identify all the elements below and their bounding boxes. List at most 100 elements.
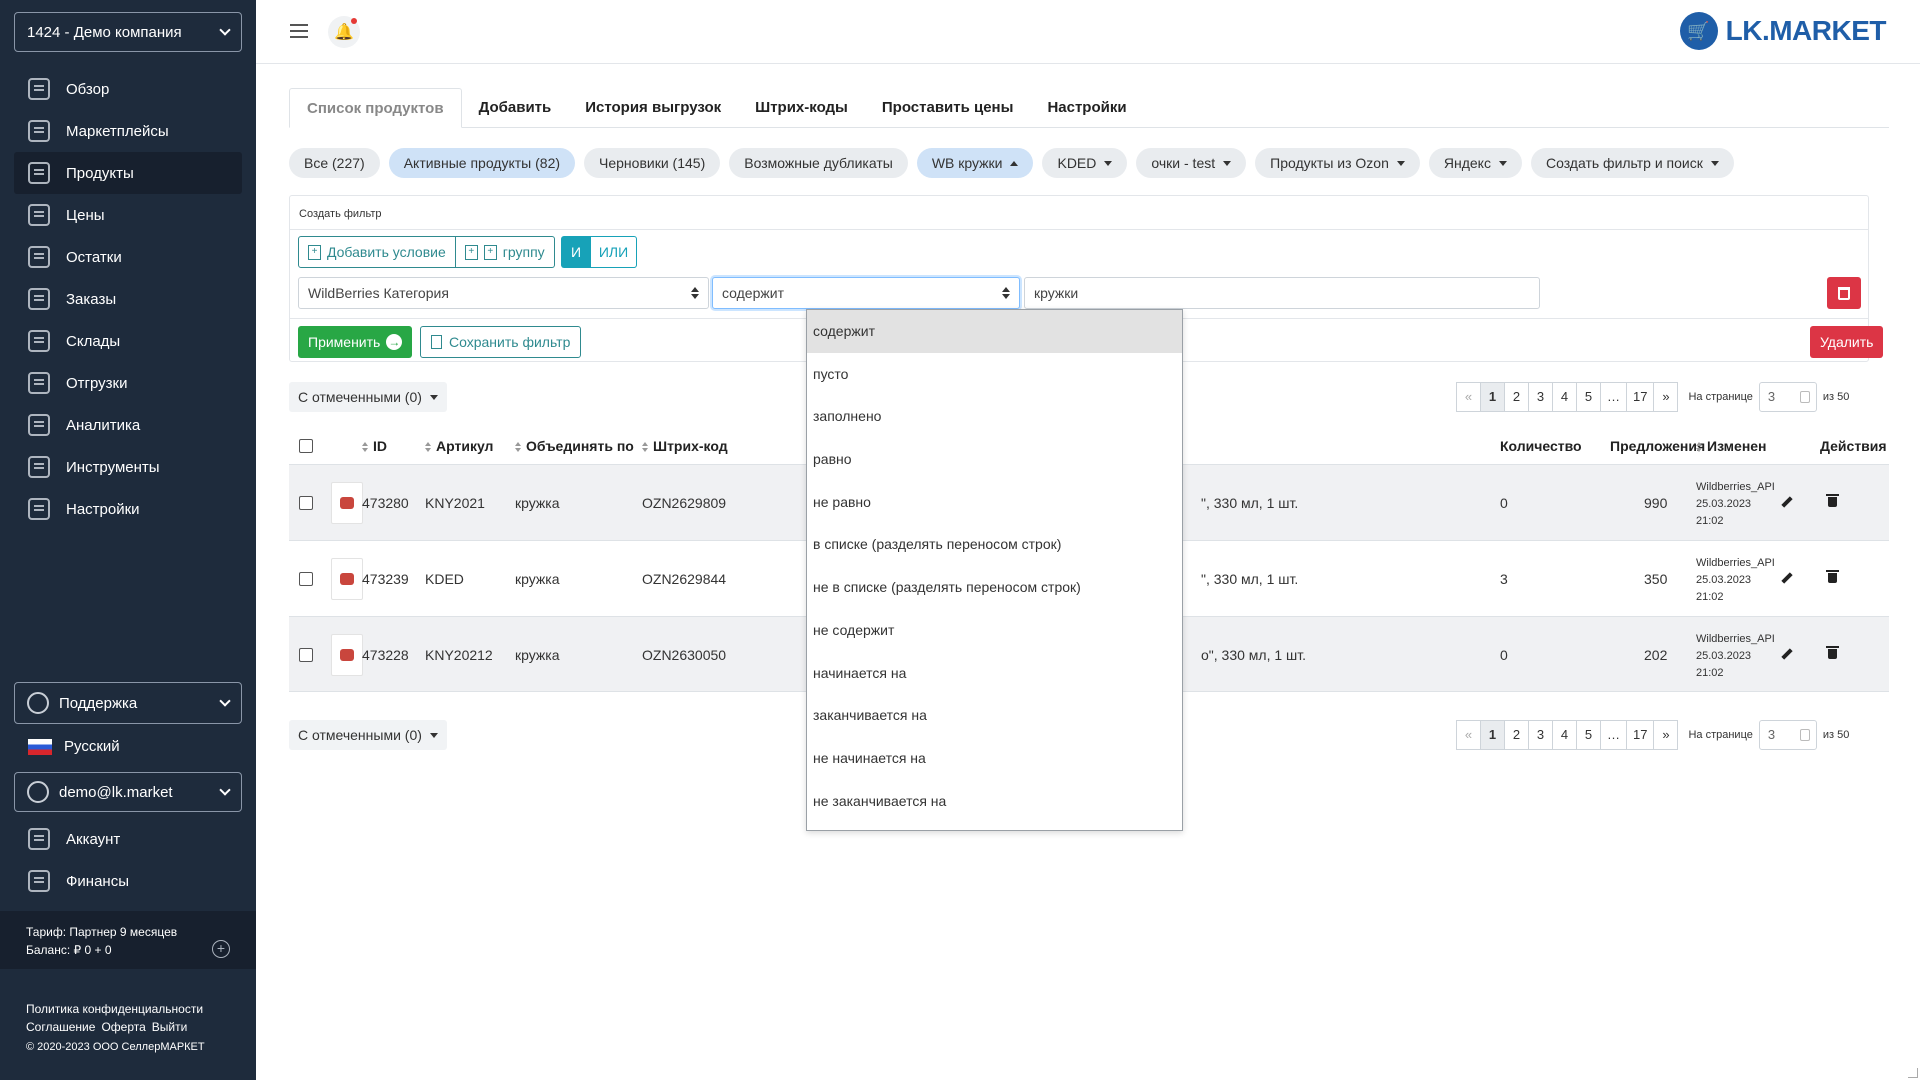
- page-prev[interactable]: «: [1456, 720, 1481, 750]
- privacy-link[interactable]: Политика конфиденциальности: [26, 1002, 203, 1016]
- bulk-actions-dropdown-bottom[interactable]: С отмеченными (0): [289, 720, 447, 750]
- tab-set-prices[interactable]: Проставить цены: [865, 88, 1031, 128]
- per-page-input[interactable]: 3: [1758, 382, 1817, 412]
- filter-pill-duplicates[interactable]: Возможные дубликаты: [729, 148, 908, 178]
- nav-item-marketplaces[interactable]: Маркетплейсы: [14, 110, 242, 152]
- page-next[interactable]: »: [1653, 720, 1679, 750]
- per-page-input[interactable]: 3: [1758, 720, 1817, 750]
- save-filter-button[interactable]: Сохранить фильтр: [420, 326, 582, 358]
- and-button[interactable]: И: [561, 236, 591, 268]
- page-17[interactable]: 17: [1626, 720, 1655, 750]
- nav-item-stock[interactable]: Остатки: [14, 236, 242, 278]
- edit-pencil-icon[interactable]: [1781, 496, 1793, 508]
- bulk-actions-dropdown[interactable]: С отмеченными (0): [289, 382, 447, 412]
- agreement-link[interactable]: Соглашение: [26, 1020, 95, 1034]
- tab-product-list[interactable]: Список продуктов: [289, 88, 462, 128]
- operator-option[interactable]: содержит: [807, 310, 1182, 353]
- column-quantity[interactable]: Количество: [1500, 438, 1582, 454]
- edit-pencil-icon[interactable]: [1781, 572, 1793, 584]
- page-1[interactable]: 1: [1480, 720, 1505, 750]
- filter-pill-glasses-test[interactable]: очки - test: [1136, 148, 1247, 178]
- delete-filter-button[interactable]: Удалить: [1810, 326, 1884, 358]
- hamburger-menu-icon[interactable]: [290, 24, 308, 38]
- spinner-icon[interactable]: [1799, 391, 1810, 403]
- language-selector[interactable]: Русский: [28, 738, 120, 755]
- filter-pill-create[interactable]: Создать фильтр и поиск: [1530, 148, 1734, 178]
- nav-item-finance[interactable]: Финансы: [14, 860, 242, 902]
- user-select[interactable]: demo@lk.market: [14, 772, 242, 812]
- page-3[interactable]: 3: [1528, 382, 1553, 412]
- company-select[interactable]: 1424 - Демо компания: [14, 12, 242, 52]
- apply-button[interactable]: Применить →: [298, 326, 413, 358]
- nav-item-account[interactable]: Аккаунт: [14, 818, 242, 860]
- add-balance-icon[interactable]: +: [212, 940, 230, 958]
- filter-pill-drafts[interactable]: Черновики (145): [584, 148, 721, 178]
- cell-id[interactable]: 473280: [362, 495, 409, 511]
- column-group-by[interactable]: Объединять по: [515, 438, 634, 454]
- page-3[interactable]: 3: [1528, 720, 1553, 750]
- filter-pill-kded[interactable]: KDED: [1042, 148, 1128, 178]
- operator-option[interactable]: равно: [807, 438, 1182, 481]
- filter-pill-active[interactable]: Активные продукты (82): [388, 148, 576, 178]
- delete-trash-icon[interactable]: [1826, 494, 1839, 507]
- operator-option[interactable]: не в списке (разделять переносом строк): [807, 566, 1182, 609]
- select-all-checkbox[interactable]: [299, 439, 313, 453]
- tab-settings[interactable]: Настройки: [1030, 88, 1143, 128]
- page-4[interactable]: 4: [1552, 720, 1577, 750]
- page-2[interactable]: 2: [1504, 720, 1529, 750]
- operator-option[interactable]: не содержит: [807, 609, 1182, 652]
- checkbox[interactable]: [299, 648, 313, 662]
- cell-id[interactable]: 473239: [362, 571, 409, 587]
- product-thumbnail[interactable]: [331, 634, 363, 676]
- operator-option[interactable]: не равно: [807, 481, 1182, 524]
- page-4[interactable]: 4: [1552, 382, 1577, 412]
- row-checkbox[interactable]: [299, 648, 313, 662]
- page-prev[interactable]: «: [1456, 382, 1481, 412]
- page-17[interactable]: 17: [1626, 382, 1655, 412]
- add-group-button[interactable]: + + группу: [455, 236, 555, 268]
- operator-option[interactable]: заканчивается на: [807, 694, 1182, 737]
- remove-condition-button[interactable]: [1827, 277, 1861, 309]
- operator-option[interactable]: в списке (разделять переносом строк): [807, 523, 1182, 566]
- or-button[interactable]: ИЛИ: [591, 236, 637, 268]
- page-2[interactable]: 2: [1504, 382, 1529, 412]
- nav-item-settings[interactable]: Настройки: [14, 488, 242, 530]
- add-condition-button[interactable]: + Добавить условие: [298, 236, 456, 268]
- nav-item-warehouses[interactable]: Склады: [14, 320, 242, 362]
- tab-upload-history[interactable]: История выгрузок: [568, 88, 738, 128]
- nav-item-prices[interactable]: Цены: [14, 194, 242, 236]
- filter-pill-ozon[interactable]: Продукты из Ozon: [1255, 148, 1420, 178]
- operator-option[interactable]: не заканчивается на: [807, 780, 1182, 823]
- spinner-icon[interactable]: [1799, 729, 1810, 741]
- row-checkbox[interactable]: [299, 572, 313, 586]
- page-1[interactable]: 1: [1480, 382, 1505, 412]
- tab-barcodes[interactable]: Штрих-коды: [738, 88, 865, 128]
- logout-link[interactable]: Выйти: [152, 1020, 188, 1034]
- column-id[interactable]: ID: [362, 438, 387, 454]
- row-checkbox[interactable]: [299, 496, 313, 510]
- edit-pencil-icon[interactable]: [1781, 648, 1793, 660]
- column-article[interactable]: Артикул: [425, 438, 493, 454]
- offer-link[interactable]: Оферта: [101, 1020, 145, 1034]
- delete-trash-icon[interactable]: [1826, 570, 1839, 583]
- operator-option[interactable]: не начинается на: [807, 737, 1182, 780]
- column-offers[interactable]: Предложения: [1610, 438, 1705, 454]
- nav-item-tools[interactable]: Инструменты: [14, 446, 242, 488]
- column-changed[interactable]: Изменен: [1696, 438, 1767, 454]
- nav-item-analytics[interactable]: Аналитика: [14, 404, 242, 446]
- cell-id[interactable]: 473228: [362, 647, 409, 663]
- product-thumbnail[interactable]: [331, 482, 363, 524]
- support-select[interactable]: Поддержка: [14, 682, 242, 724]
- product-thumbnail[interactable]: [331, 558, 363, 600]
- filter-pill-wb-mugs[interactable]: WB кружки: [916, 148, 1034, 178]
- checkbox[interactable]: [299, 439, 313, 453]
- operator-option[interactable]: начинается на: [807, 652, 1182, 695]
- delete-trash-icon[interactable]: [1826, 646, 1839, 659]
- column-barcode[interactable]: Штрих-код: [642, 438, 728, 454]
- filter-pill-yandex[interactable]: Яндекс: [1428, 148, 1522, 178]
- nav-item-orders[interactable]: Заказы: [14, 278, 242, 320]
- checkbox[interactable]: [299, 572, 313, 586]
- notifications-bell-icon[interactable]: 🔔: [328, 16, 360, 48]
- operator-option[interactable]: заполнено: [807, 395, 1182, 438]
- nav-item-shipments[interactable]: Отгрузки: [14, 362, 242, 404]
